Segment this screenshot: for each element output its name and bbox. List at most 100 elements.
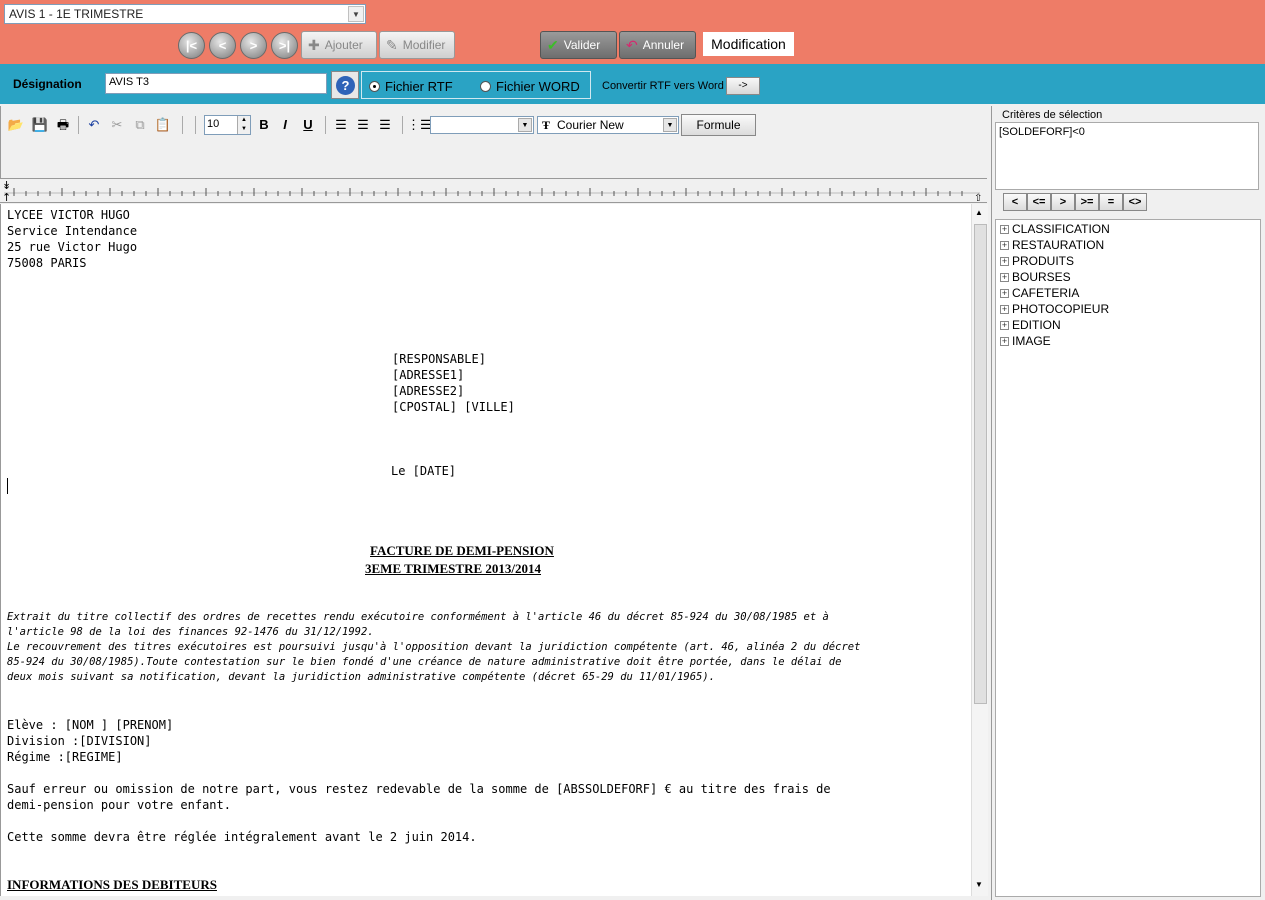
align-left-icon[interactable]: ☰ [332, 116, 350, 134]
tree-item-label: IMAGE [1012, 334, 1051, 348]
ruler[interactable]: ↡ ↑ ⇧ [0, 178, 987, 204]
undo-icon[interactable]: ↶ [85, 116, 103, 134]
underline-button[interactable]: U [299, 116, 317, 134]
expand-icon[interactable]: + [1000, 288, 1009, 298]
cancel-label: Annuler [642, 38, 685, 52]
add-icon: ✚ [308, 36, 320, 53]
scroll-up-icon[interactable]: ▲ [975, 208, 983, 217]
tree-item-label: RESTAURATION [1012, 238, 1105, 252]
tree-item-label: PHOTOCOPIEUR [1012, 302, 1110, 316]
spinner-icon[interactable]: ▲ ▼ [237, 116, 250, 134]
expand-icon[interactable]: + [1000, 256, 1009, 266]
formula-button[interactable]: Formule [681, 114, 756, 136]
legal-text: 85-924 du 30/08/1985).Toute contestation… [7, 656, 842, 668]
expand-icon[interactable]: + [1000, 336, 1009, 346]
operator-gt-button[interactable]: > [1051, 193, 1075, 211]
bullet-list-icon[interactable]: ⋮☰ [407, 116, 432, 134]
copy-icon[interactable]: ⧉ [131, 116, 149, 134]
add-button[interactable]: ✚ Ajouter [301, 31, 377, 59]
expand-icon[interactable]: + [1000, 224, 1009, 234]
expand-icon[interactable]: + [1000, 272, 1009, 282]
legal-text: l'article 98 de la loi des finances 92-1… [7, 626, 374, 638]
tree-item[interactable]: + CAFETERIA [1000, 286, 1079, 300]
tree-item[interactable]: + RESTAURATION [1000, 238, 1104, 252]
bold-button[interactable]: B [255, 116, 273, 134]
svg-text:↑: ↑ [2, 191, 11, 204]
tree-item[interactable]: + IMAGE [1000, 334, 1051, 348]
designation-input[interactable]: AVIS T3 [105, 73, 327, 94]
font-size-input[interactable]: 10 ▲ ▼ [204, 115, 251, 135]
mode-label: Modification [703, 32, 794, 56]
tree-item[interactable]: + BOURSES [1000, 270, 1071, 284]
save-icon[interactable]: 💾 [31, 116, 49, 134]
operator-ne-button[interactable]: <> [1123, 193, 1147, 211]
recipient-line: [CPOSTAL] [VILLE] [392, 400, 515, 414]
radio-selected-icon [369, 81, 380, 92]
expand-icon[interactable]: + [1000, 304, 1009, 314]
skip-forward-icon: >| [278, 38, 291, 53]
tree-item-label: EDITION [1012, 318, 1061, 332]
toolbar-divider [182, 116, 183, 134]
rtf-radio[interactable]: Fichier RTF [369, 79, 453, 94]
tree-item-label: PRODUITS [1012, 254, 1075, 268]
print-icon[interactable]: 🖶 [54, 116, 72, 134]
expand-icon[interactable]: + [1000, 320, 1009, 330]
add-label: Ajouter [324, 38, 363, 52]
chevron-left-icon: < [218, 38, 227, 53]
scroll-down-icon[interactable]: ▼ [975, 880, 983, 889]
toolbar-divider [402, 116, 403, 134]
cut-icon[interactable]: ✂ [108, 116, 126, 134]
nav-first-button[interactable]: |< [178, 32, 205, 59]
body-text: Sauf erreur ou omission de notre part, v… [7, 782, 831, 796]
chevron-down-icon[interactable]: ▼ [348, 6, 364, 22]
tree-item[interactable]: + EDITION [1000, 318, 1061, 332]
convert-button[interactable]: -> [726, 77, 760, 95]
document-title: FACTURE DE DEMI-PENSION [370, 543, 554, 558]
scroll-thumb[interactable] [974, 224, 987, 704]
record-select[interactable]: AVIS 1 - 1E TRIMESTRE ▼ [4, 4, 366, 24]
nav-next-button[interactable]: > [240, 32, 267, 59]
cancel-button[interactable]: ↶ Annuler [619, 31, 696, 59]
tree-item-label: BOURSES [1012, 270, 1071, 284]
document-editor[interactable]: LYCEE VICTOR HUGO Service Intendance 25 … [0, 204, 971, 896]
operator-le-button[interactable]: <= [1027, 193, 1051, 211]
validate-button[interactable]: ✔ Valider [540, 31, 617, 59]
tree-item[interactable]: + PRODUITS [1000, 254, 1074, 268]
help-icon: ? [336, 76, 355, 95]
paste-icon[interactable]: 📋 [154, 116, 172, 134]
toolbar-divider [325, 116, 326, 134]
edit-button[interactable]: ✎ Modifier [379, 31, 455, 59]
word-radio[interactable]: Fichier WORD [480, 79, 580, 94]
vertical-scrollbar[interactable]: ▲ ▼ [971, 204, 988, 896]
operator-eq-button[interactable]: = [1099, 193, 1123, 211]
tree-item[interactable]: + PHOTOCOPIEUR [1000, 302, 1109, 316]
sender-line: 75008 PARIS [7, 256, 87, 270]
chevron-right-icon: > [249, 38, 258, 53]
align-right-icon[interactable]: ☰ [376, 116, 394, 134]
rtf-label: Fichier RTF [385, 79, 453, 94]
record-select-value: AVIS 1 - 1E TRIMESTRE [9, 7, 144, 21]
font-select[interactable]: Ŧ Courier New ▼ [537, 116, 679, 134]
pencil-icon: ✎ [386, 36, 398, 53]
chevron-down-icon[interactable]: ▼ [663, 118, 677, 132]
body-text: demi-pension pour votre enfant. [7, 798, 231, 812]
paragraph-style-select[interactable]: ▼ [430, 116, 534, 134]
nav-prev-button[interactable]: < [209, 32, 236, 59]
operator-ge-button[interactable]: >= [1075, 193, 1099, 211]
nav-last-button[interactable]: >| [271, 32, 298, 59]
open-folder-icon[interactable]: 📂 [7, 116, 25, 134]
align-center-icon[interactable]: ☰ [354, 116, 372, 134]
body-text: Cette somme devra être réglée intégralem… [7, 830, 477, 844]
italic-button[interactable]: I [276, 116, 294, 134]
skip-back-icon: |< [185, 38, 198, 53]
help-button[interactable]: ? [331, 71, 359, 99]
word-label: Fichier WORD [496, 79, 580, 94]
font-name: Courier New [557, 118, 624, 132]
font-size-value: 10 [207, 118, 220, 130]
sender-line: LYCEE VICTOR HUGO [7, 208, 130, 222]
expand-icon[interactable]: + [1000, 240, 1009, 250]
chevron-down-icon[interactable]: ▼ [518, 118, 532, 132]
criteria-input[interactable]: [SOLDEFORF]<0 [995, 122, 1259, 190]
tree-item[interactable]: + CLASSIFICATION [1000, 222, 1110, 236]
operator-lt-button[interactable]: < [1003, 193, 1027, 211]
